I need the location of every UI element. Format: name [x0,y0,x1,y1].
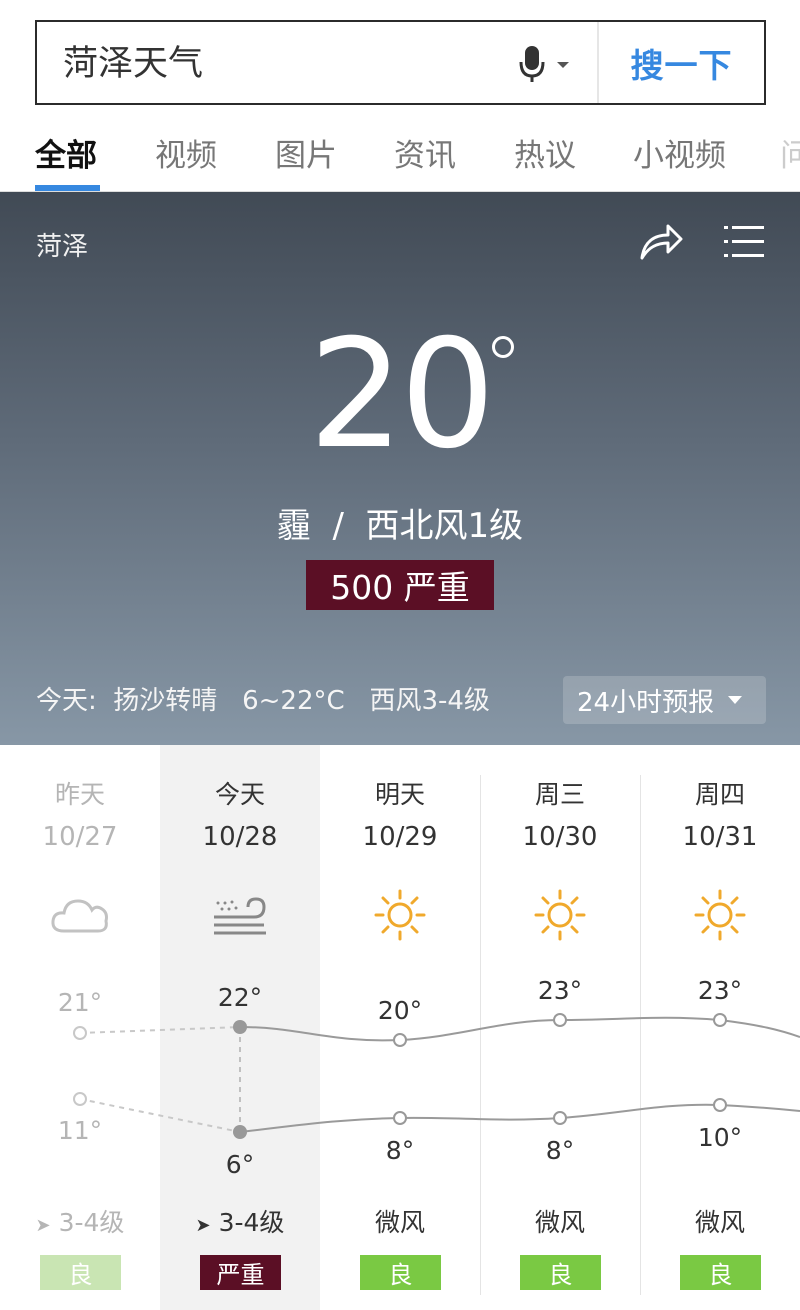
share-icon[interactable] [638,220,684,262]
temperature-curve-chart [73,1013,800,1139]
active-tab-indicator [35,185,100,191]
low-temp-point [553,1111,567,1125]
high-temp-point [73,1026,87,1040]
search-button[interactable]: 搜一下 [599,22,764,103]
high-temp-point [233,1020,247,1034]
low-temp-point [393,1111,407,1125]
high-temp-point [553,1013,567,1027]
five-day-forecast: 昨天 10/27 21° 11° ➤ 3-4级 良 今天 10/28 22° 6… [0,745,800,1310]
hourly-forecast-label: 24小时预报 [577,687,715,718]
weather-condition: 霾 / 西北风1级 [276,506,524,546]
search-bar: 菏泽天气 搜一下 [35,20,766,105]
tab-discussion[interactable]: 热议 [514,130,576,175]
tab-news[interactable]: 资讯 [394,130,456,175]
today-summary: 今天: 扬沙转晴 6~22°C 西风3-4级 [36,686,490,716]
high-temp-point [713,1013,727,1027]
low-temp-point [73,1092,87,1106]
low-temp-point [233,1125,247,1139]
high-temp-dashed-line [79,1026,241,1034]
category-tabs: 全部 视频 图片 资讯 热议 小视频 问 [0,112,800,192]
hourly-forecast-button[interactable]: 24小时预报 [563,676,766,724]
tab-ask[interactable]: 问 [780,130,800,175]
menu-icon[interactable] [722,222,766,260]
city-name[interactable]: 菏泽 [36,226,88,263]
chevron-down-icon [728,696,743,704]
current-temperature: 20 [0,320,800,470]
tab-video[interactable]: 视频 [155,130,217,175]
search-input[interactable]: 菏泽天气 [63,42,203,86]
low-temp-point [713,1098,727,1112]
aqi-badge[interactable]: 500 严重 [306,560,494,610]
microphone-icon[interactable] [517,40,577,86]
degree-symbol [492,336,514,358]
temperature-value: 20 [308,308,496,482]
tab-all[interactable]: 全部 [35,130,97,175]
low-temp-dashed-line [79,1098,241,1133]
weather-card: 菏泽 20 霾 / 西北风1级 500 严重 今天: 扬沙转晴 6~22°C 西… [0,192,800,745]
high-temp-point [393,1033,407,1047]
tab-short-video[interactable]: 小视频 [633,130,726,175]
tab-images[interactable]: 图片 [275,130,337,175]
